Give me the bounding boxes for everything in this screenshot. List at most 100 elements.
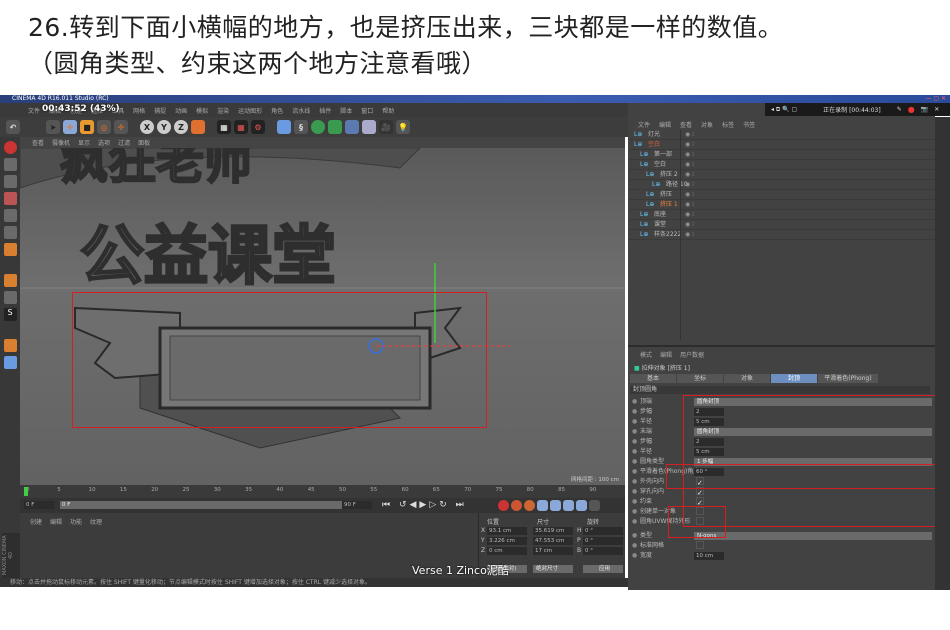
position-field[interactable]: 0 cm — [487, 547, 527, 555]
tab-3[interactable]: 封顶 — [771, 374, 817, 383]
size-field[interactable]: 47.553 cm — [533, 537, 573, 545]
autokey-icon[interactable] — [511, 500, 522, 511]
spline-icon[interactable]: § — [294, 120, 308, 134]
object-row[interactable]: L⊕ 路径 10 ◉ ⁝ — [628, 180, 935, 190]
close-icon[interactable]: ✕ — [934, 106, 939, 113]
edit-icon[interactable]: ✎ — [897, 106, 902, 113]
visibility-icon[interactable]: ◉ ⁝ — [685, 150, 694, 160]
axis-mode-icon[interactable] — [3, 274, 17, 287]
object-row[interactable]: L⊕ 空白 ◉ ⁝ — [628, 140, 935, 150]
record-stop-icon[interactable]: ● — [908, 105, 915, 114]
menu-item[interactable]: 渲染 — [217, 106, 229, 115]
object-row[interactable]: L⊕ 底座 ◉ ⁝ — [628, 210, 935, 220]
menu-item[interactable]: 流水线 — [292, 106, 310, 115]
deformer-icon[interactable] — [345, 120, 359, 134]
object-row[interactable]: L⊕ 样条2222 ◉ ⁝ — [628, 230, 935, 240]
render-settings-icon[interactable]: ⚙ — [251, 120, 265, 134]
viewport-menu-item[interactable]: 面板 — [138, 138, 150, 147]
z-axis-button[interactable]: Z — [174, 120, 188, 134]
render-icon[interactable]: ▦ — [234, 120, 248, 134]
tab-0[interactable]: 基本 — [630, 374, 676, 383]
move-icon[interactable]: ✛ — [63, 120, 77, 134]
rotation-field[interactable]: 0 ° — [583, 537, 623, 545]
tab-2[interactable]: 对象 — [724, 374, 770, 383]
viewport-menu-item[interactable]: 选项 — [98, 138, 110, 147]
viewport[interactable]: 疯狂老师 公益课堂 网格间距 : 100 cm — [20, 148, 625, 485]
position-field[interactable]: 3.226 cm — [487, 537, 527, 545]
array-icon[interactable] — [328, 120, 342, 134]
key-position-icon[interactable] — [537, 500, 548, 511]
size-field[interactable]: 17 cm — [533, 547, 573, 555]
menu-item[interactable]: 角色 — [271, 106, 283, 115]
visibility-icon[interactable]: ◉ ⁝ — [685, 170, 694, 180]
object-row[interactable]: L⊕ 第一部 ◉ ⁝ — [628, 150, 935, 160]
tweak-icon[interactable] — [3, 291, 17, 304]
camera-icon[interactable]: 🎥 — [379, 120, 393, 134]
texture-mode-icon[interactable] — [3, 175, 17, 188]
param-checkbox[interactable] — [696, 541, 704, 549]
visibility-icon[interactable]: ◉ ⁝ — [685, 190, 694, 200]
window-controls[interactable]: — ▢ ✕ — [925, 95, 946, 103]
start-frame-field[interactable]: 0 F — [24, 501, 54, 509]
edges-mode-icon[interactable] — [3, 226, 17, 239]
frame-range-slider[interactable]: 0 F — [60, 501, 360, 509]
make-editable-icon[interactable] — [3, 141, 17, 154]
param-dropdown[interactable]: N-gons — [694, 532, 932, 540]
playhead[interactable] — [24, 487, 28, 496]
menu-item[interactable]: 脚本 — [340, 106, 352, 115]
tab-1[interactable]: 坐标 — [677, 374, 723, 383]
viewport-menu-item[interactable]: 摄像机 — [52, 138, 70, 147]
menu-item[interactable]: 捕捉 — [154, 106, 166, 115]
object-row[interactable]: L⊕ 灯光 ◉ ⁝ — [628, 130, 935, 140]
rotation-field[interactable]: 0 ° — [583, 547, 623, 555]
model-mode-icon[interactable] — [3, 158, 17, 171]
visibility-icon[interactable]: ◉ ⁝ — [685, 140, 694, 150]
material-menu-item[interactable]: 功能 — [70, 517, 82, 526]
visibility-icon[interactable]: ◉ ⁝ — [685, 200, 694, 210]
select-icon[interactable]: ➤ — [46, 120, 60, 134]
material-menu-item[interactable]: 创建 — [30, 517, 42, 526]
size-field[interactable]: 35.619 cm — [533, 527, 573, 535]
end-frame-field[interactable]: 90 F — [342, 501, 372, 509]
object-menu-item[interactable]: 书签 — [743, 120, 755, 129]
menu-item[interactable]: 帮助 — [382, 106, 394, 115]
right-side-tabs[interactable] — [935, 117, 950, 590]
object-menu-item[interactable]: 文件 — [638, 120, 650, 129]
polygons-mode-icon[interactable] — [3, 243, 17, 256]
sculpt-icon[interactable] — [3, 339, 17, 352]
key-rotation-icon[interactable] — [563, 500, 574, 511]
attribute-menu-item[interactable]: 用户数据 — [680, 350, 704, 359]
pen-icon[interactable]: ◂ ⧉ 🔍 ▢ — [771, 106, 797, 114]
y-axis-button[interactable]: Y — [157, 120, 171, 134]
cube-icon[interactable] — [277, 120, 291, 134]
size-mode-dropdown[interactable]: 绝对尺寸 — [533, 565, 573, 573]
points-mode-icon[interactable] — [3, 209, 17, 222]
floor-icon[interactable] — [362, 120, 376, 134]
material-menu-item[interactable]: 纹理 — [90, 517, 102, 526]
key-scale-icon[interactable] — [550, 500, 561, 511]
undo-icon[interactable]: ↶ — [6, 120, 20, 134]
light-icon[interactable]: 💡 — [396, 120, 410, 134]
object-row[interactable]: L⊕ 挤压 2 ◉ ⁝ — [628, 170, 935, 180]
menu-item[interactable]: 模拟 — [196, 106, 208, 115]
viewport-menu-item[interactable]: 过滤 — [118, 138, 130, 147]
tab-4[interactable]: 平滑着色(Phong) — [818, 374, 878, 383]
x-axis-button[interactable]: X — [140, 120, 154, 134]
menu-item[interactable]: 网格 — [133, 106, 145, 115]
object-menu-item[interactable]: 对象 — [701, 120, 713, 129]
scale-icon[interactable]: ■ — [80, 120, 94, 134]
object-menu-item[interactable]: 编辑 — [659, 120, 671, 129]
visibility-icon[interactable]: ◉ ⁝ — [685, 210, 694, 220]
attribute-menu-item[interactable]: 模式 — [640, 350, 652, 359]
record-key-icon[interactable] — [498, 500, 509, 511]
key-param-icon[interactable] — [576, 500, 587, 511]
param-number-field[interactable]: 10 cm — [694, 552, 724, 560]
attribute-menu-item[interactable]: 编辑 — [660, 350, 672, 359]
rotate-icon[interactable]: ◎ — [97, 120, 111, 134]
visibility-icon[interactable]: ◉ ⁝ — [685, 230, 694, 240]
recent-tool-icon[interactable]: ✛ — [114, 120, 128, 134]
apply-button[interactable]: 应用 — [583, 565, 623, 573]
viewport-menu-item[interactable]: 显示 — [78, 138, 90, 147]
object-row[interactable]: L⊕ 空白 ◉ ⁝ — [628, 160, 935, 170]
key-pla-icon[interactable] — [589, 500, 600, 511]
